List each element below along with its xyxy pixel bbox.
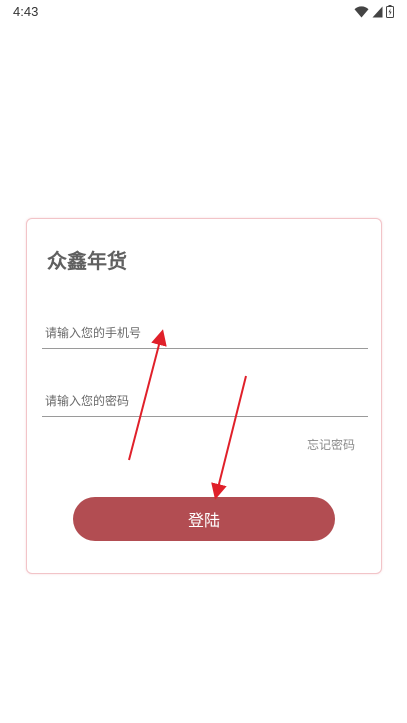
forgot-password-link[interactable]: 忘记密码: [307, 436, 355, 453]
battery-icon: [386, 5, 394, 18]
phone-input[interactable]: [45, 326, 365, 340]
password-field[interactable]: [42, 379, 368, 417]
wifi-icon: [354, 5, 369, 17]
phone-field[interactable]: [42, 311, 368, 349]
status-bar: 4:43: [0, 0, 407, 24]
login-card: 众鑫年货 忘记密码 登陆: [26, 218, 382, 574]
login-button[interactable]: 登陆: [73, 497, 335, 541]
status-icons: [354, 5, 394, 18]
password-input[interactable]: [45, 394, 365, 408]
signal-icon: [372, 6, 383, 17]
status-time: 4:43: [13, 4, 39, 19]
app-title: 众鑫年货: [47, 249, 127, 273]
